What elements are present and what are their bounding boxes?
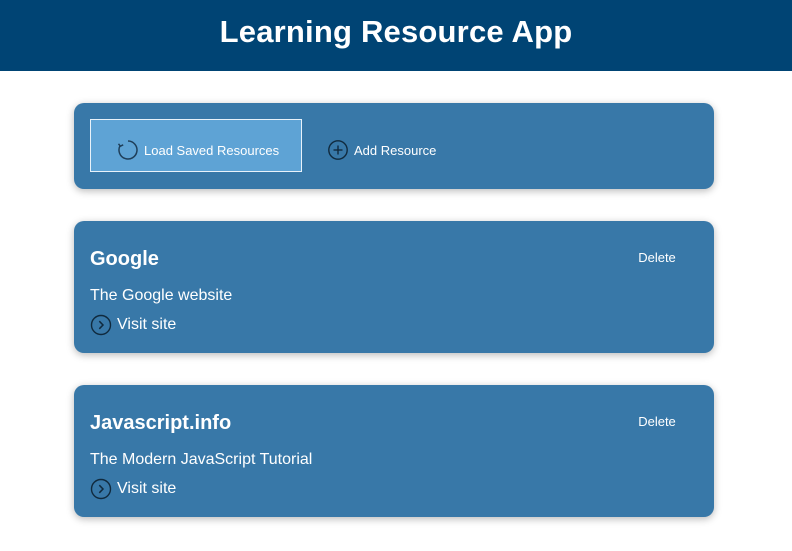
add-circle-icon [327, 135, 354, 160]
resource-card: Javascript.info Delete The Modern JavaSc… [74, 385, 714, 517]
resource-description: The Modern JavaScript Tutorial [90, 451, 313, 468]
visit-site-link[interactable]: Visit site [90, 478, 176, 500]
page-title: Learning Resource App [219, 13, 573, 49]
chevron-right-circle-icon [90, 314, 117, 336]
chevron-right-circle-icon [90, 478, 117, 500]
tab-label: Load Saved Resources [144, 143, 280, 158]
resource-title: Google [90, 248, 159, 270]
refresh-icon [117, 135, 144, 160]
delete-button[interactable]: Delete [616, 408, 698, 434]
visit-site-label: Visit site [117, 316, 177, 333]
resource-title: Javascript.info [90, 412, 232, 434]
delete-button[interactable]: Delete [616, 244, 698, 270]
app-header: Learning Resource App [0, 0, 792, 71]
visit-site-link[interactable]: Visit site [90, 314, 176, 336]
tab-load-saved-resources[interactable]: Load Saved Resources [90, 119, 302, 172]
resource-card: Google Delete The Google website Visit s… [74, 221, 714, 353]
resource-description: The Google website [90, 287, 233, 304]
tab-add-resource[interactable]: Add Resource [327, 119, 467, 172]
visit-site-label: Visit site [117, 480, 177, 497]
resource-toolbar: Load Saved Resources Add Resource [74, 103, 714, 189]
tab-label: Add Resource [354, 143, 437, 158]
